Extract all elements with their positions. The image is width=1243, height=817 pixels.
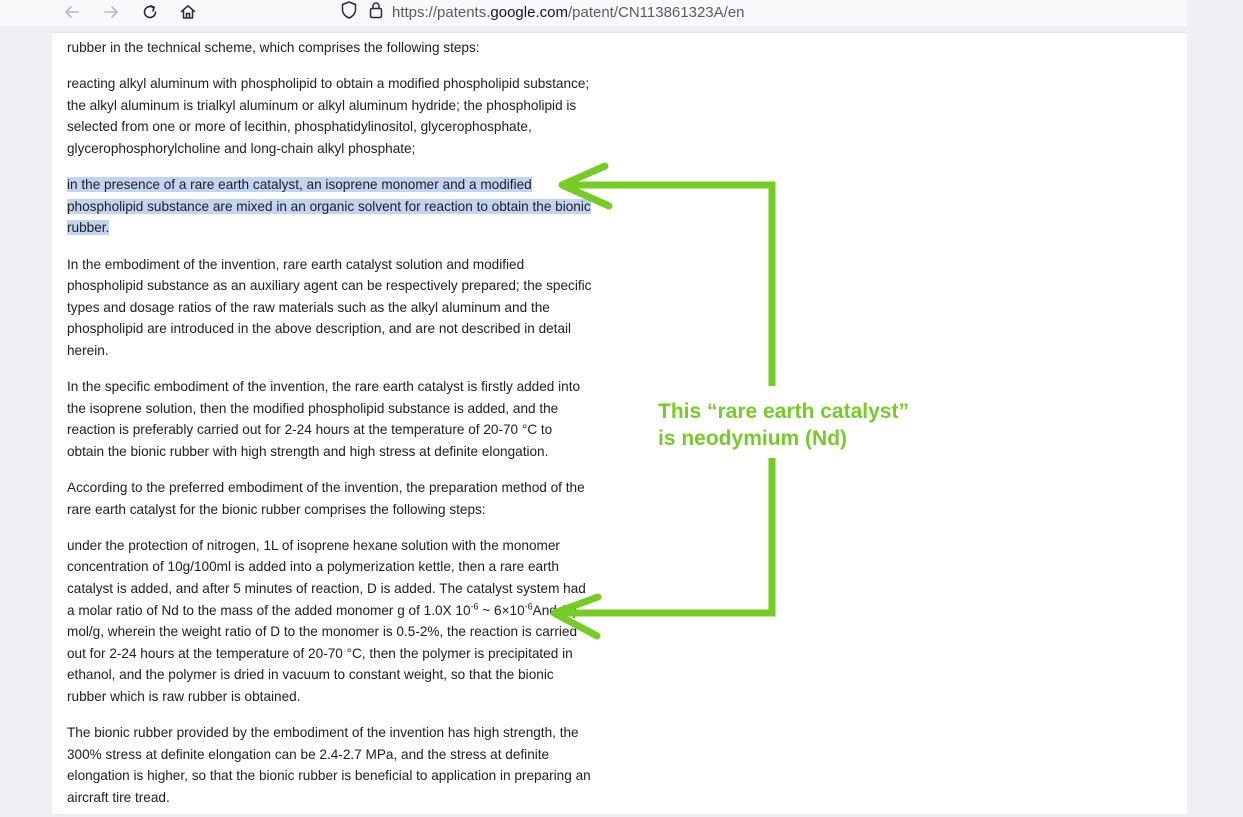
annotation-line-2: is neodymium (Nd): [658, 427, 848, 450]
annotation-arrows: [550, 162, 776, 640]
arrow-to-highlight: [558, 162, 776, 386]
annotation-label: This “rare earth catalyst” is neodymium …: [658, 398, 909, 452]
annotation-line-1: This “rare earth catalyst”: [658, 400, 909, 423]
arrow-to-nd-ratio: [550, 458, 776, 640]
